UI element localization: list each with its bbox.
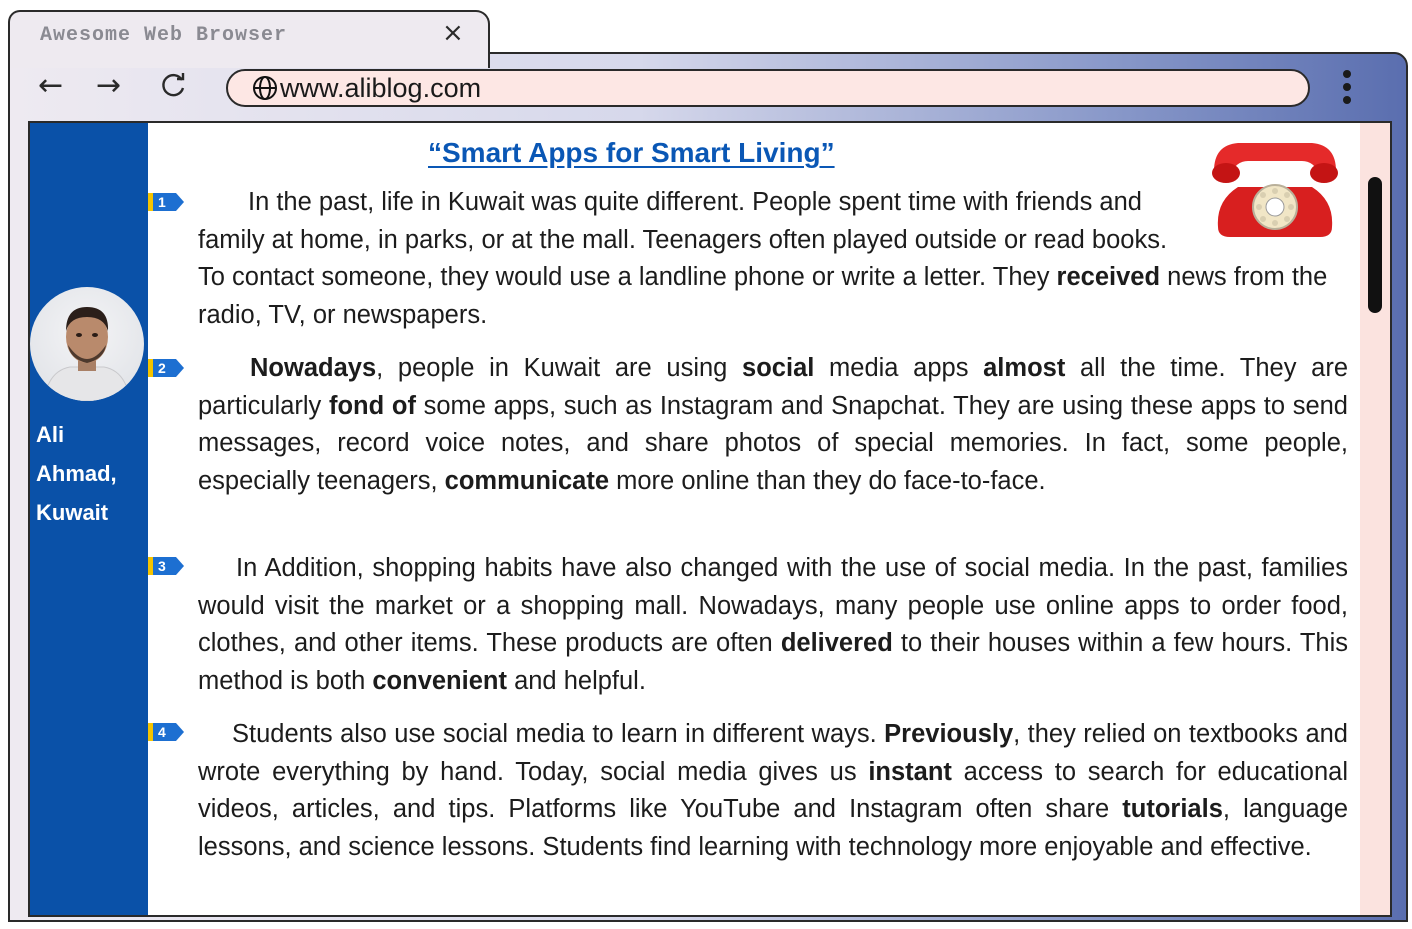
keyword-almost: almost <box>983 354 1066 382</box>
paragraph-marker-4: 4 <box>148 723 184 741</box>
avatar-photo <box>43 307 131 401</box>
avatar <box>30 287 144 401</box>
author-first-name: Ali <box>36 422 65 447</box>
globe-icon <box>253 76 277 100</box>
url-text[interactable]: www.aliblog.com <box>280 73 481 104</box>
tab-bridge <box>10 50 484 56</box>
keyword-fond-of: fond of <box>328 391 416 420</box>
address-bar[interactable]: www.aliblog.com <box>226 69 1310 107</box>
keyword-tutorials: tutorials <box>1122 795 1223 823</box>
keyword-previously: Previously <box>884 720 1014 748</box>
article-title[interactable]: “Smart Apps for Smart Living” <box>428 137 835 169</box>
reload-icon-svg <box>162 73 185 97</box>
back-arrow-icon[interactable]: ← <box>38 68 63 104</box>
keyword-communicate: communicate <box>444 466 610 495</box>
paragraph-number: 4 <box>158 724 166 740</box>
author-name: Ali Ahmad, Kuwait <box>36 415 117 532</box>
tab-title: Awesome Web Browser <box>40 24 288 47</box>
author-location: Kuwait <box>36 500 109 525</box>
paragraph-number: 2 <box>158 360 166 376</box>
keyword-convenient: convenient <box>372 666 507 695</box>
author-sidebar: Ali Ahmad, Kuwait <box>30 123 148 915</box>
vertical-scrollbar[interactable] <box>1360 121 1392 917</box>
menu-dot <box>1343 96 1351 104</box>
keyword-social: social <box>742 354 815 382</box>
paragraph-marker-3: 3 <box>148 557 184 575</box>
close-icon[interactable]: × <box>442 18 464 48</box>
keyword-received: received <box>1056 263 1161 291</box>
article-paragraph-2: Nowadays, people in Kuwait are using soc… <box>198 350 1348 500</box>
browser-tab[interactable]: Awesome Web Browser × <box>8 10 490 68</box>
p2-text: , people in Kuwait are using <box>376 354 743 382</box>
forward-arrow-icon[interactable]: → <box>96 68 121 104</box>
article-paragraph-4: Students also use social media to learn … <box>198 716 1348 866</box>
reload-icon[interactable] <box>158 70 188 109</box>
p4-text: Students also use social media to learn … <box>232 720 885 748</box>
keyword-nowadays: Nowadays <box>250 354 377 382</box>
author-last-name: Ahmad, <box>36 461 117 486</box>
paragraph-number: 3 <box>158 558 166 574</box>
p3-text: and helpful. <box>506 666 646 695</box>
paragraph-marker-2: 2 <box>148 359 184 377</box>
paragraph-number: 1 <box>158 194 166 210</box>
menu-dot <box>1343 83 1351 91</box>
p2-text: media apps <box>814 354 984 382</box>
menu-dot <box>1343 70 1351 78</box>
kebab-menu-icon[interactable] <box>1340 70 1354 110</box>
article-paragraph-1: In the past, life in Kuwait was quite di… <box>198 184 1348 334</box>
page-viewport: Ali Ahmad, Kuwait “Smart Apps for Smart … <box>28 121 1362 917</box>
article-paragraph-3: In Addition, shopping habits have also c… <box>198 550 1348 700</box>
p1-text: In the past, life in Kuwait was quite di… <box>198 188 1168 291</box>
p2-text: more online than they do face-to-face. <box>609 466 1046 495</box>
scrollbar-thumb[interactable] <box>1368 177 1382 313</box>
keyword-instant: instant <box>868 757 952 786</box>
keyword-delivered: delivered <box>780 629 893 657</box>
paragraph-marker-1: 1 <box>148 193 184 211</box>
